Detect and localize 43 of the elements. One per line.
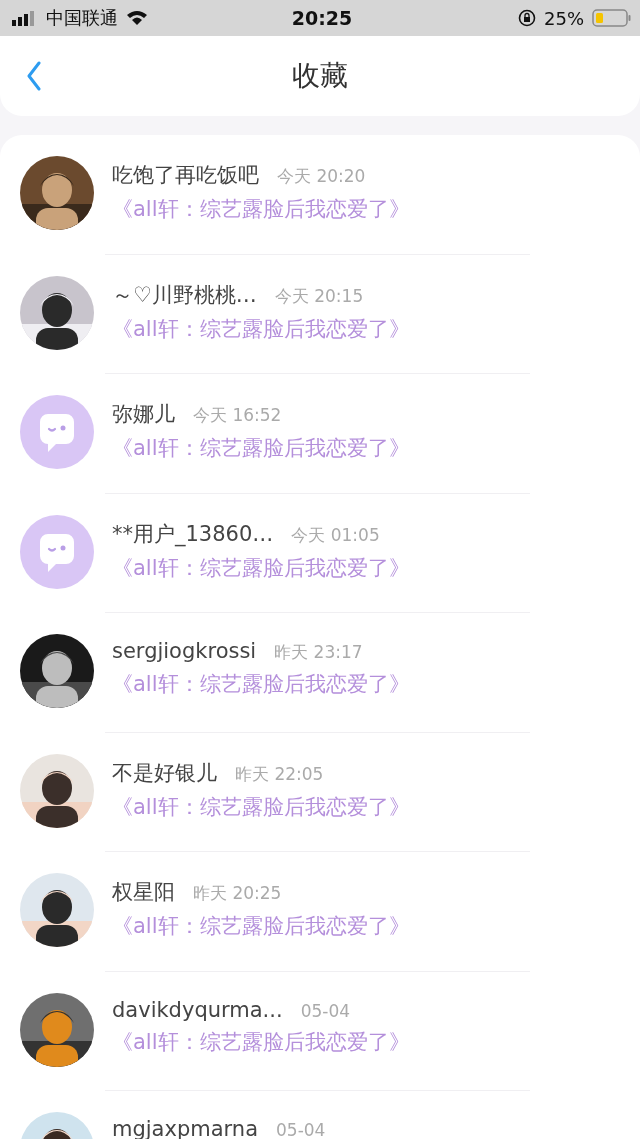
user-name: davikdyqurma... (112, 997, 283, 1022)
user-name: ～♡川野桃桃… (112, 281, 257, 309)
favorite-item[interactable]: davikdyqurma... 05-04 《all轩：综艺露脸后我恋爱了》 (0, 971, 640, 1091)
book-title: 《all轩：综艺露脸后我恋爱了》 (112, 554, 410, 582)
book-title: 《all轩：综艺露脸后我恋爱了》 (112, 196, 410, 223)
timestamp: 今天 20:20 (277, 165, 366, 188)
book-title: 《all轩：综艺露脸后我恋爱了》 (112, 1028, 410, 1056)
carrier-name: 中国联通 (46, 6, 118, 30)
timestamp: 昨天 23:17 (274, 641, 363, 664)
favorite-item[interactable]: sergjiogkrossi 昨天 23:17 《all轩：综艺露脸后我恋爱了》 (0, 613, 640, 733)
timestamp: 昨天 20:25 (193, 882, 282, 905)
wifi-icon (126, 10, 148, 26)
user-name: 不是好银儿 (112, 759, 217, 787)
favorite-item[interactable]: 吃饱了再吃饭吧 今天 20:20 《all轩：综艺露脸后我恋爱了》 (0, 135, 640, 255)
timestamp: 今天 01:05 (291, 523, 380, 547)
user-name: 权星阳 (112, 879, 175, 906)
clock: 20:25 (291, 7, 353, 29)
timestamp: 05-04 (300, 1000, 351, 1021)
battery-icon (592, 8, 632, 28)
timestamp: 今天 16:52 (193, 404, 282, 427)
book-title: 《all轩：综艺露脸后我恋爱了》 (112, 315, 410, 343)
page-title: 收藏 (292, 58, 348, 94)
timestamp: 昨天 22:05 (235, 762, 324, 786)
favorite-item[interactable]: 弥娜儿 今天 16:52 《all轩：综艺露脸后我恋爱了》 (0, 374, 640, 494)
book-title: 《all轩：综艺露脸后我恋爱了》 (112, 793, 410, 821)
favorite-item[interactable]: ～♡川野桃桃… 今天 20:15 《all轩：综艺露脸后我恋爱了》 (0, 254, 640, 374)
favorite-item[interactable]: 权星阳 昨天 20:25 《all轩：综艺露脸后我恋爱了》 (0, 852, 640, 972)
timestamp: 今天 20:15 (274, 284, 364, 308)
battery-percent: 25% (544, 7, 584, 29)
book-title: 《all轩：综艺露脸后我恋爱了》 (112, 435, 410, 462)
back-icon (26, 61, 42, 91)
book-title: 《all轩：综艺露脸后我恋爱了》 (112, 671, 410, 698)
rotation-lock-icon (518, 9, 536, 27)
chat-avatar-icon (20, 395, 94, 469)
user-name: **用户_13860… (112, 520, 274, 548)
chat-avatar-icon (20, 514, 94, 589)
user-name: 弥娜儿 (112, 401, 175, 428)
user-name: sergjiogkrossi (112, 639, 257, 663)
book-title: 《all轩：综艺露脸后我恋爱了》 (112, 913, 410, 940)
favorite-item[interactable]: **用户_13860… 今天 01:05 《all轩：综艺露脸后我恋爱了》 (0, 493, 640, 613)
favorite-item[interactable]: 不是好银儿 昨天 22:05 《all轩：综艺露脸后我恋爱了》 (0, 732, 640, 852)
timestamp: 05-04 (276, 1120, 326, 1139)
user-name: 吃饱了再吃饭吧 (112, 162, 259, 189)
